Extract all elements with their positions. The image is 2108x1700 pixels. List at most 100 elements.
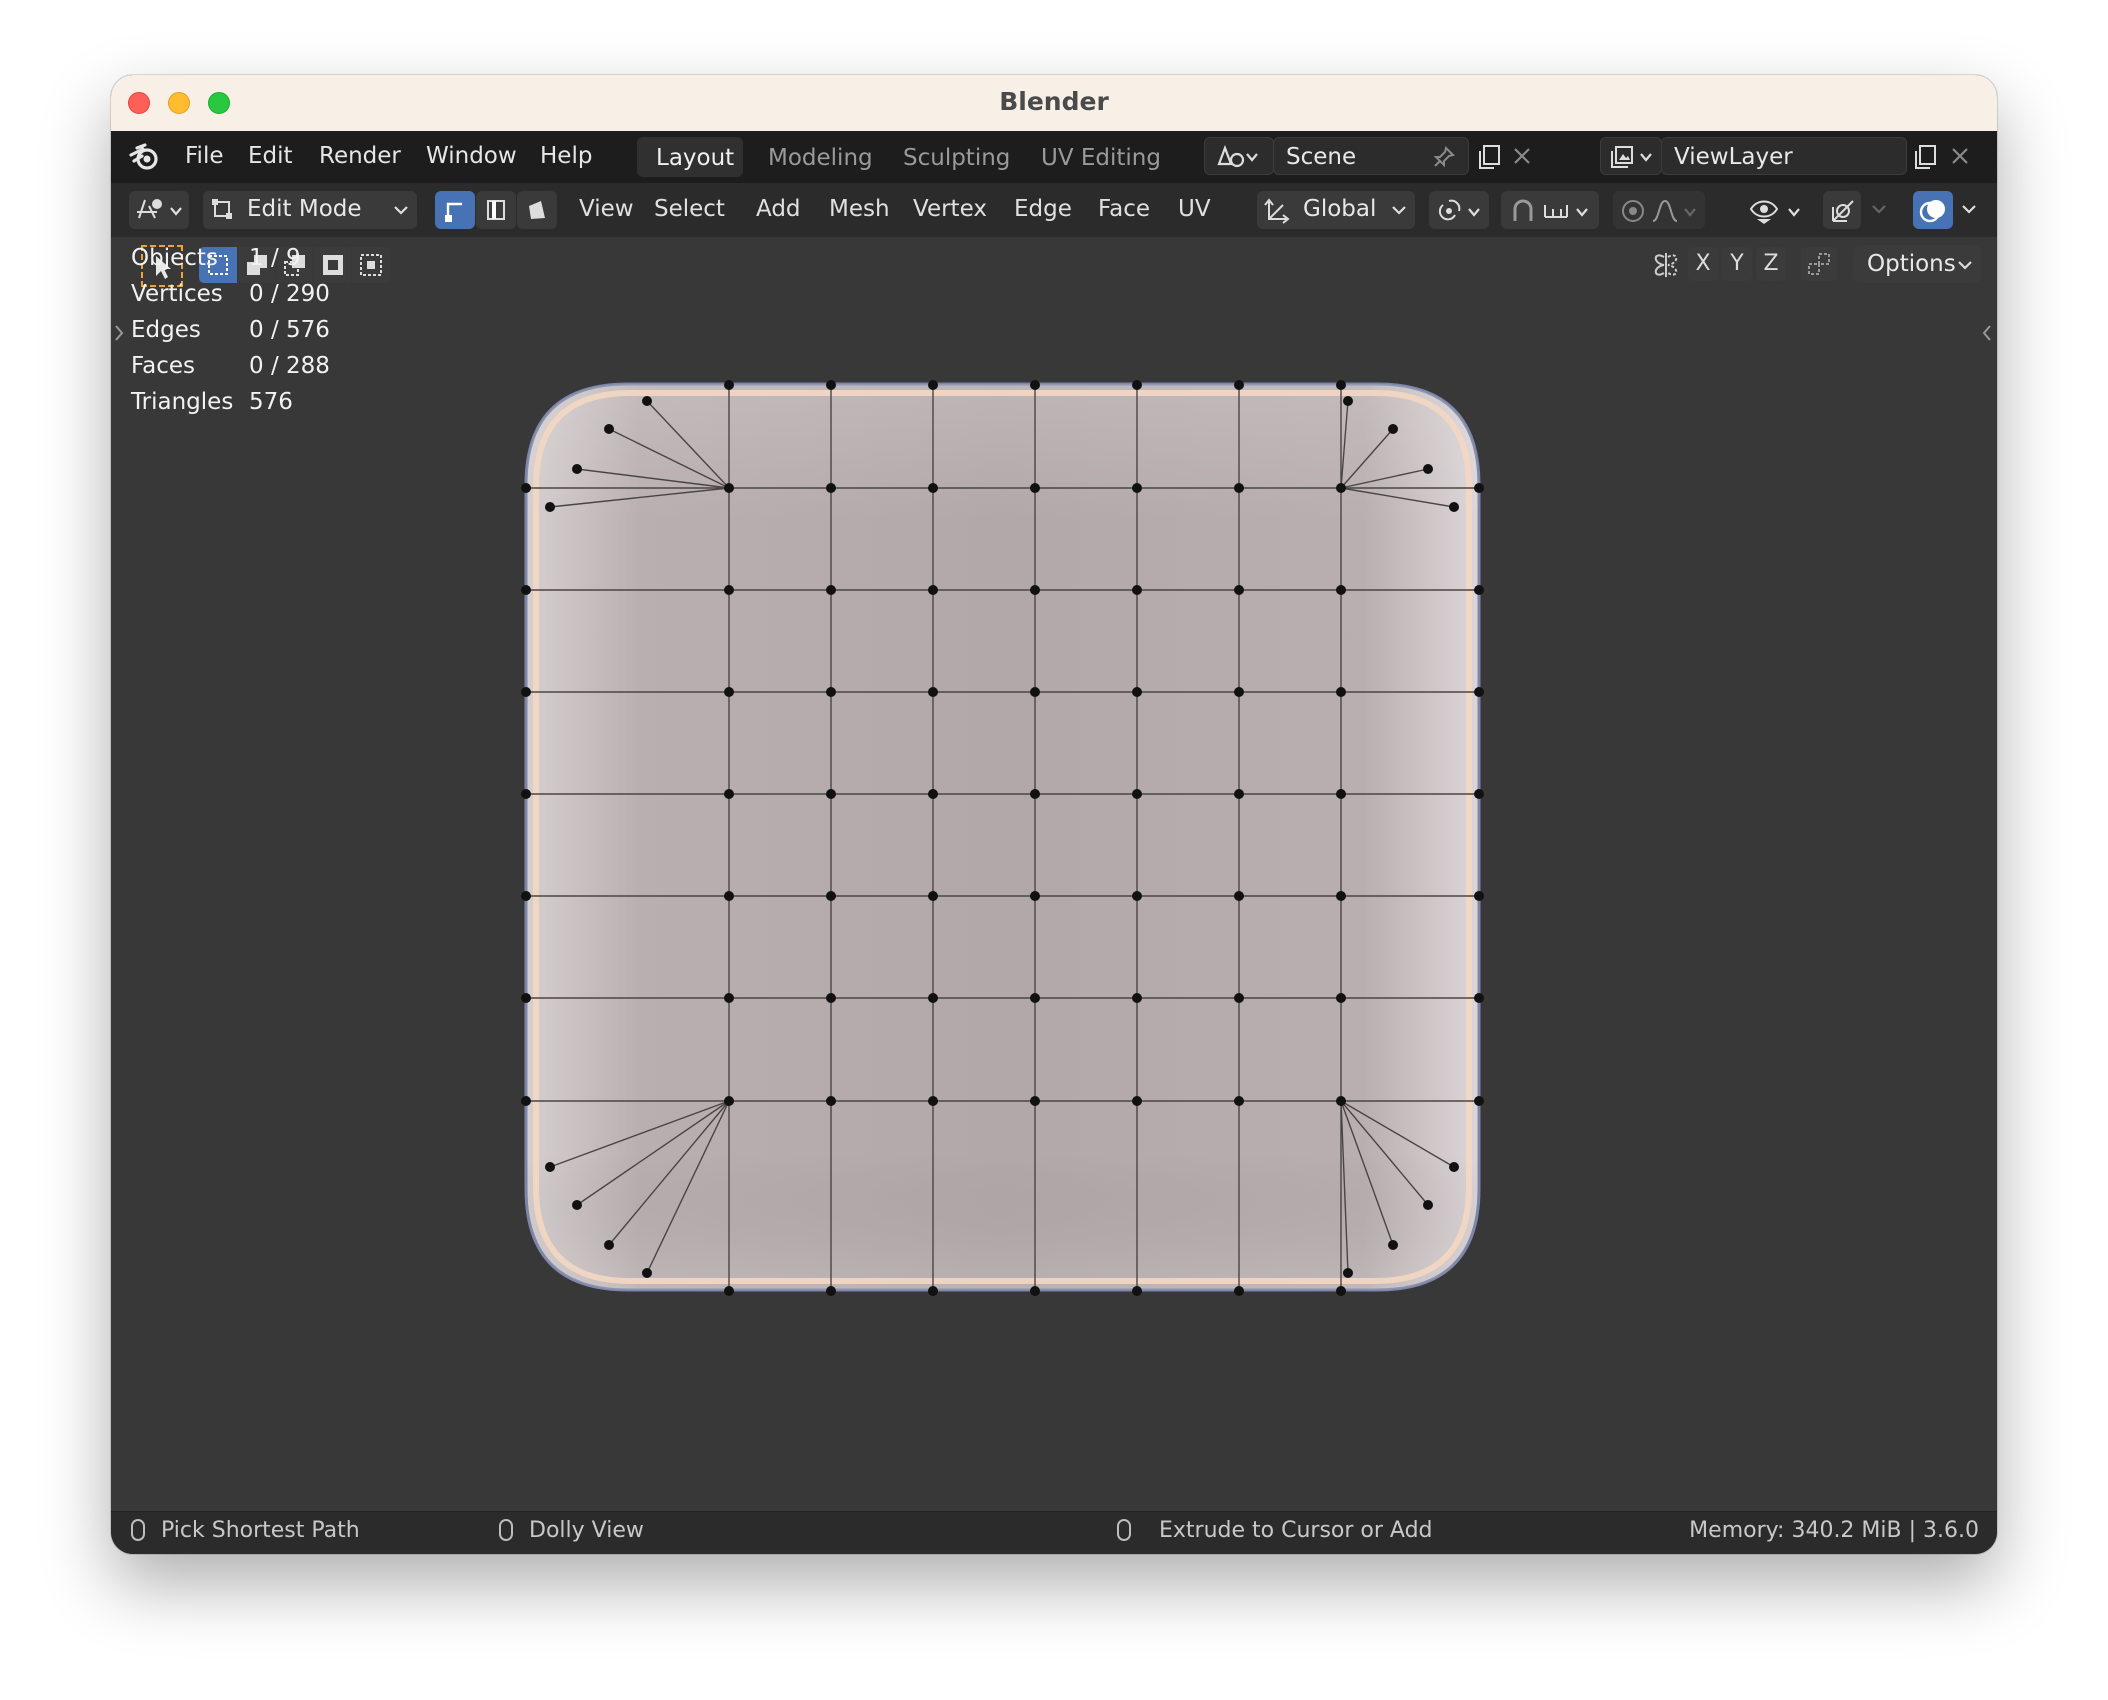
mesh-vertex[interactable]	[1423, 464, 1433, 474]
mesh-vertex[interactable]	[1030, 1096, 1040, 1106]
mesh-vertex[interactable]	[826, 1286, 836, 1296]
mesh-vertex[interactable]	[1132, 380, 1142, 390]
mesh-vertex[interactable]	[1030, 687, 1040, 697]
mesh-vertex[interactable]	[1343, 396, 1353, 406]
mesh-vertex[interactable]	[724, 380, 734, 390]
mesh-vertex[interactable]	[572, 464, 582, 474]
mesh-vertex[interactable]	[826, 380, 836, 390]
mesh-vertex[interactable]	[724, 483, 734, 493]
mesh-vertex[interactable]	[604, 424, 614, 434]
mesh-vertex[interactable]	[1234, 380, 1244, 390]
mesh-vertex[interactable]	[1234, 1096, 1244, 1106]
mesh-vertex[interactable]	[1030, 789, 1040, 799]
mesh-vertex[interactable]	[1030, 993, 1040, 1003]
mesh-vertex[interactable]	[928, 380, 938, 390]
mesh-vertex[interactable]	[928, 585, 938, 595]
mesh-vertex[interactable]	[1234, 891, 1244, 901]
mesh-vertex[interactable]	[1474, 687, 1484, 697]
mesh-vertex[interactable]	[1030, 585, 1040, 595]
mesh-vertex[interactable]	[1336, 789, 1346, 799]
mesh-vertex[interactable]	[521, 789, 531, 799]
mesh-vertex[interactable]	[724, 993, 734, 1003]
status-bar: Pick Shortest Path Dolly View Extrude to…	[111, 1511, 1997, 1554]
mesh-vertex[interactable]	[928, 891, 938, 901]
mesh-vertex[interactable]	[1132, 687, 1142, 697]
mesh-vertex[interactable]	[1030, 483, 1040, 493]
mesh-vertex[interactable]	[1234, 1286, 1244, 1296]
mesh-vertex[interactable]	[1234, 789, 1244, 799]
mesh-vertex[interactable]	[1474, 891, 1484, 901]
mesh-vertex[interactable]	[826, 585, 836, 595]
mouse-left-icon	[131, 1519, 145, 1541]
mesh-vertex[interactable]	[1132, 891, 1142, 901]
mesh-vertex[interactable]	[545, 502, 555, 512]
mesh-vertex[interactable]	[928, 483, 938, 493]
mesh-vertex[interactable]	[1474, 1096, 1484, 1106]
mesh-vertex[interactable]	[1336, 891, 1346, 901]
mesh-vertex[interactable]	[1336, 1096, 1346, 1106]
mesh-vertex[interactable]	[1336, 380, 1346, 390]
mesh-view[interactable]	[111, 75, 1997, 1554]
mesh-vertex[interactable]	[1336, 483, 1346, 493]
mesh-vertex[interactable]	[928, 687, 938, 697]
mesh-vertex[interactable]	[826, 1096, 836, 1106]
mesh-vertex[interactable]	[1132, 483, 1142, 493]
mesh-vertex[interactable]	[521, 1096, 531, 1106]
mesh-vertex[interactable]	[1388, 424, 1398, 434]
mesh-vertex[interactable]	[545, 1162, 555, 1172]
mesh-vertex[interactable]	[826, 789, 836, 799]
mesh-vertex[interactable]	[724, 1096, 734, 1106]
mesh-vertex[interactable]	[826, 687, 836, 697]
mesh-vertex[interactable]	[642, 396, 652, 406]
mesh-vertex[interactable]	[1234, 993, 1244, 1003]
mesh-vertex[interactable]	[521, 483, 531, 493]
mesh-vertex[interactable]	[1030, 891, 1040, 901]
mesh-vertex[interactable]	[1030, 380, 1040, 390]
mesh-vertex[interactable]	[826, 993, 836, 1003]
mesh-vertex[interactable]	[1234, 585, 1244, 595]
mesh-vertex[interactable]	[521, 687, 531, 697]
mesh-vertex[interactable]	[521, 585, 531, 595]
mesh-vertex[interactable]	[1449, 502, 1459, 512]
mesh-vertex[interactable]	[1132, 789, 1142, 799]
mesh-vertex[interactable]	[928, 993, 938, 1003]
mesh-vertex[interactable]	[521, 993, 531, 1003]
blender-window: Blender File Edit Render Window Help Lay…	[111, 75, 1997, 1554]
mesh-vertex[interactable]	[1474, 585, 1484, 595]
mesh-vertex[interactable]	[1449, 1162, 1459, 1172]
mesh-vertex[interactable]	[1336, 1286, 1346, 1296]
mesh-vertex[interactable]	[928, 1286, 938, 1296]
mesh-vertex[interactable]	[724, 585, 734, 595]
mesh-vertex[interactable]	[1234, 483, 1244, 493]
mesh-vertex[interactable]	[724, 1286, 734, 1296]
mesh-vertex[interactable]	[928, 789, 938, 799]
mesh-vertex[interactable]	[826, 483, 836, 493]
mesh-vertex[interactable]	[1343, 1268, 1353, 1278]
mesh-vertex[interactable]	[724, 789, 734, 799]
memory-version: Memory: 340.2 MiB | 3.6.0	[1689, 1518, 1979, 1543]
mesh-vertex[interactable]	[1423, 1200, 1433, 1210]
mesh-vertex[interactable]	[1132, 1286, 1142, 1296]
mesh-vertex[interactable]	[572, 1200, 582, 1210]
mesh-vertex[interactable]	[1336, 585, 1346, 595]
mesh-vertex[interactable]	[1132, 585, 1142, 595]
mouse-right-icon	[1117, 1519, 1131, 1541]
mesh-vertex[interactable]	[1132, 1096, 1142, 1106]
mesh-vertex[interactable]	[1234, 687, 1244, 697]
mesh-vertex[interactable]	[604, 1240, 614, 1250]
mesh-vertex[interactable]	[1388, 1240, 1398, 1250]
mesh-vertex[interactable]	[1336, 687, 1346, 697]
mesh-vertex[interactable]	[724, 891, 734, 901]
mesh-vertex[interactable]	[1474, 993, 1484, 1003]
mesh-vertex[interactable]	[642, 1268, 652, 1278]
mesh-vertex[interactable]	[521, 891, 531, 901]
mesh-vertex[interactable]	[724, 687, 734, 697]
mesh-vertex[interactable]	[1030, 1286, 1040, 1296]
mesh-vertex[interactable]	[1336, 993, 1346, 1003]
status-left-hint: Pick Shortest Path	[161, 1518, 360, 1543]
mesh-vertex[interactable]	[1132, 993, 1142, 1003]
mesh-vertex[interactable]	[928, 1096, 938, 1106]
mesh-vertex[interactable]	[1474, 483, 1484, 493]
mesh-vertex[interactable]	[1474, 789, 1484, 799]
mesh-vertex[interactable]	[826, 891, 836, 901]
